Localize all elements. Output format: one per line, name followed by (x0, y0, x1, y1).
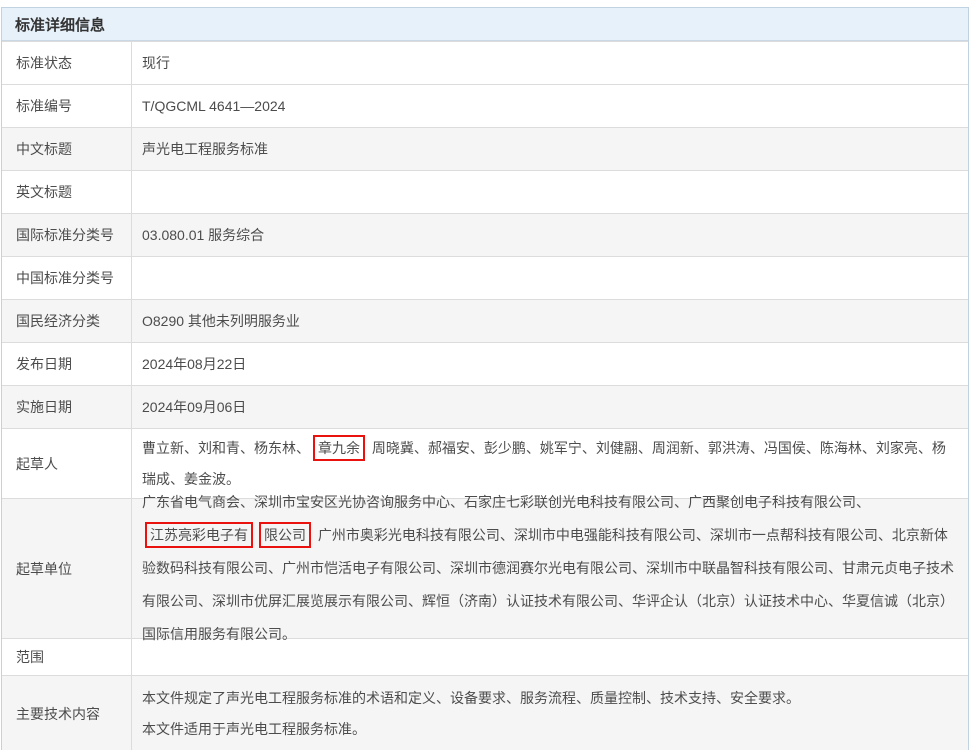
row-scope: 范围 (2, 638, 968, 675)
row-main-content-label: 主要技术内容 (2, 676, 132, 750)
row-implement-date-label: 实施日期 (2, 386, 132, 428)
row-economic-class: 国民经济分类 O8290 其他未列明服务业 (2, 299, 968, 342)
row-implement-date: 实施日期 2024年09月06日 (2, 385, 968, 428)
row-drafting-orgs: 起草单位 广东省电气商会、深圳市宝安区光协咨询服务中心、石家庄七彩联创光电科技有… (2, 498, 968, 638)
row-scope-value (132, 639, 968, 675)
main-content-paragraph-1: 本文件规定了声光电工程服务标准的术语和定义、设备要求、服务流程、质量控制、技术支… (142, 688, 954, 708)
row-standard-number-value: T/QGCML 4641—2024 (132, 85, 968, 127)
row-drafting-orgs-value: 广东省电气商会、深圳市宝安区光协咨询服务中心、石家庄七彩联创光电科技有限公司、广… (132, 499, 968, 638)
drafters-pre: 曹立新、刘和青、杨东林、 (142, 440, 310, 456)
drafting-orgs-text: 广东省电气商会、深圳市宝安区光协咨询服务中心、石家庄七彩联创光电科技有限公司、广… (142, 486, 954, 651)
row-standard-number: 标准编号 T/QGCML 4641—2024 (2, 84, 968, 127)
row-main-content-value: 本文件规定了声光电工程服务标准的术语和定义、设备要求、服务流程、质量控制、技术支… (132, 676, 968, 750)
row-scope-label: 范围 (2, 639, 132, 675)
highlight-box-org-end: 限公司 (259, 522, 311, 548)
row-ccs: 中国标准分类号 (2, 256, 968, 299)
row-main-content: 主要技术内容 本文件规定了声光电工程服务标准的术语和定义、设备要求、服务流程、质… (2, 675, 968, 750)
row-implement-date-value: 2024年09月06日 (132, 386, 968, 428)
row-standard-number-label: 标准编号 (2, 85, 132, 127)
row-title-zh-value: 声光电工程服务标准 (132, 128, 968, 170)
row-ics-value: 03.080.01 服务综合 (132, 214, 968, 256)
orgs-pre: 广东省电气商会、深圳市宝安区光协咨询服务中心、石家庄七彩联创光电科技有限公司、广… (142, 494, 870, 510)
row-title-en-label: 英文标题 (2, 171, 132, 213)
row-publish-date-value: 2024年08月22日 (132, 343, 968, 385)
main-content-paragraph-2: 本文件适用于声光电工程服务标准。 (142, 719, 954, 739)
row-economic-class-value: O8290 其他未列明服务业 (132, 300, 968, 342)
row-title-zh-label: 中文标题 (2, 128, 132, 170)
row-drafting-orgs-label: 起草单位 (2, 499, 132, 638)
highlight-box-drafter: 章九余 (313, 435, 365, 461)
row-status-value: 现行 (132, 42, 968, 84)
row-status-label: 标准状态 (2, 42, 132, 84)
row-ccs-label: 中国标准分类号 (2, 257, 132, 299)
row-drafters-label: 起草人 (2, 429, 132, 498)
row-title-en: 英文标题 (2, 170, 968, 213)
row-economic-class-label: 国民经济分类 (2, 300, 132, 342)
row-publish-date-label: 发布日期 (2, 343, 132, 385)
row-ics: 国际标准分类号 03.080.01 服务综合 (2, 213, 968, 256)
row-publish-date: 发布日期 2024年08月22日 (2, 342, 968, 385)
panel-title: 标准详细信息 (2, 8, 968, 41)
row-status: 标准状态 现行 (2, 41, 968, 84)
row-ics-label: 国际标准分类号 (2, 214, 132, 256)
main-content-text: 本文件规定了声光电工程服务标准的术语和定义、设备要求、服务流程、质量控制、技术支… (142, 688, 954, 739)
row-ccs-value (132, 257, 968, 299)
row-title-zh: 中文标题 声光电工程服务标准 (2, 127, 968, 170)
row-title-en-value (132, 171, 968, 213)
highlight-box-org-start: 江苏亮彩电子有 (145, 522, 253, 548)
standard-detail-panel: 标准详细信息 标准状态 现行 标准编号 T/QGCML 4641—2024 中文… (1, 7, 969, 750)
